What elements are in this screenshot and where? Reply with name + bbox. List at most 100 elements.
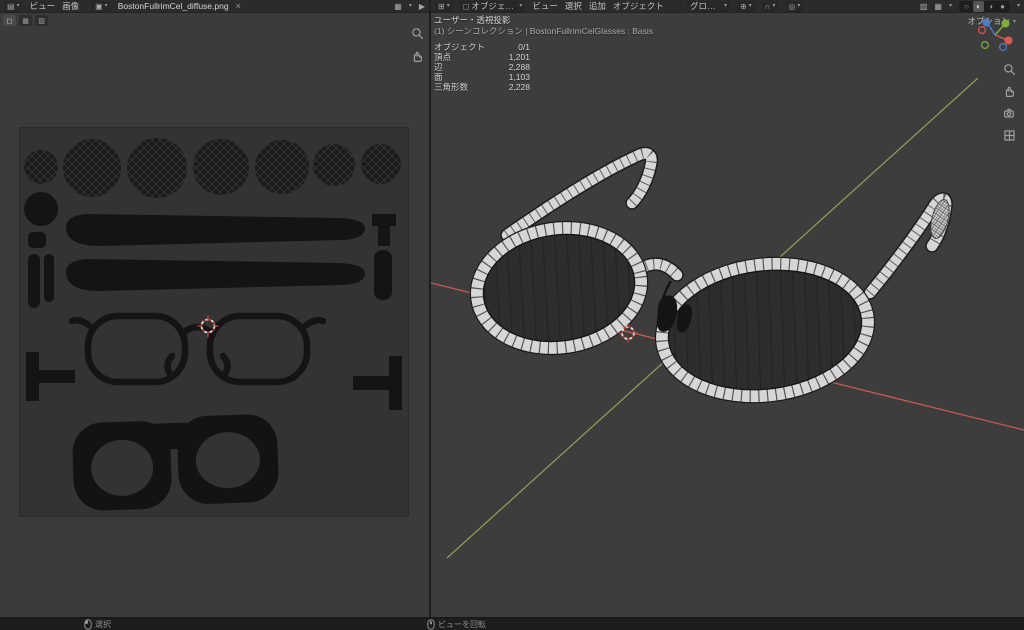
shading-material-button[interactable]: ◑ (985, 1, 996, 12)
xray-toggle-icon[interactable]: ▨ (920, 0, 928, 13)
stat-value: 1,103 (490, 72, 530, 82)
image-editor-icon: ▤ (7, 0, 15, 13)
editor-type-selector[interactable]: ▤ ▾ (4, 1, 23, 12)
left-rim (462, 210, 657, 365)
status-hint-label: ビューを回転 (438, 619, 486, 630)
menu-view[interactable]: ビュー (30, 0, 56, 13)
status-rotate-hint: ビューを回転 (427, 618, 486, 630)
shading-solid-button[interactable]: ◐ (973, 1, 984, 12)
chevron-down-icon: ▾ (949, 0, 952, 13)
unlink-image-button[interactable]: × (236, 0, 241, 13)
toggle-ortho-icon[interactable] (1002, 128, 1016, 142)
chevron-down-icon: ▾ (772, 0, 775, 13)
stat-label: 頂点 (434, 52, 490, 62)
viewport-side-controls (1002, 62, 1016, 142)
image-name-field[interactable]: BostonFullrimCel_diffuse.png (118, 0, 229, 13)
menu-object[interactable]: オブジェクト (613, 0, 664, 13)
chevron-down-icon: ▾ (797, 0, 800, 13)
select-arrow-icon[interactable]: ▶ (419, 0, 425, 13)
shading-wireframe-button[interactable]: ○ (961, 1, 972, 12)
stat-value: 2,228 (490, 82, 530, 92)
pan-hand-icon[interactable] (410, 49, 424, 63)
display-channels-icon[interactable]: ▦ (394, 0, 402, 13)
status-bar: 選択 ビューを回転 (0, 617, 1024, 630)
stat-edges: 辺 2,288 (434, 62, 653, 72)
status-hint-label: 選択 (95, 619, 111, 630)
stat-vertices: 頂点 1,201 (434, 52, 653, 62)
image-datablock-icon: ▣ (95, 0, 103, 13)
active-collection-label: (1) シーンコレクション | BostonFullrimCelGlasses … (434, 26, 653, 37)
stat-objects: オブジェクト 0/1 (434, 42, 653, 52)
shading-mode-group: ○ ◐ ◑ ● (959, 1, 1010, 12)
view-perspective-label: ユーザー・透視投影 (434, 15, 653, 26)
stat-label: オブジェクト (434, 42, 490, 52)
axis-z-ball (983, 19, 991, 27)
image-browse-dropdown[interactable]: ▣ ▾ (92, 1, 111, 12)
zoom-tool-icon[interactable] (1002, 62, 1016, 76)
axis-y-ball (1002, 20, 1010, 28)
uv-image-editor: ▤ ▾ ビュー 画像 ▣ ▾ BostonFullrimCel_diffuse.… (0, 0, 429, 617)
uv-view-toggle-icon[interactable]: ◻ (3, 15, 16, 26)
menu-select[interactable]: 選択 (565, 0, 582, 13)
stat-label: 三角形数 (434, 82, 490, 92)
stat-triangles: 三角形数 2,228 (434, 82, 653, 92)
snap-dropdown[interactable]: ∩ ▾ (762, 1, 779, 12)
mouse-middle-icon (427, 619, 435, 630)
stat-value: 0/1 (490, 42, 530, 52)
menu-add[interactable]: 追加 (589, 0, 606, 13)
navigation-gizmo[interactable] (974, 14, 1016, 56)
chevron-down-icon: ▾ (749, 0, 752, 13)
uv-editor-subtools: ◻ ▦ ▨ (3, 15, 48, 26)
magnet-icon: ∩ (765, 0, 771, 13)
chevron-down-icon: ▾ (1017, 0, 1020, 13)
axis-x-neg-ball (979, 27, 986, 34)
orientation-dropdown[interactable]: グローバル ▾ (687, 1, 730, 12)
right-temple (870, 198, 953, 293)
mode-label: オブジェクトモード (471, 0, 517, 13)
uv-frame-outer-island (71, 413, 279, 511)
viewport-editor-icon: ⊞ (438, 0, 445, 13)
orientation-label: グローバル (690, 0, 722, 13)
uv-temple-islands (66, 214, 365, 291)
object-mode-icon: ◻ (463, 0, 470, 13)
viewport-3d-editor: ⊞ ▾ ◻ オブジェクトモード ▾ ビュー 選択 追加 オブジェクト グローバル… (431, 0, 1024, 617)
pan-hand-icon[interactable] (1002, 84, 1016, 98)
uv-texture-image[interactable] (20, 128, 408, 516)
zoom-tool-icon[interactable] (410, 26, 424, 40)
uv-mask-toggle-icon[interactable]: ▨ (35, 15, 48, 26)
proportional-dropdown[interactable]: ◎ ▾ (785, 1, 803, 12)
chevron-down-icon: ▾ (17, 0, 20, 13)
stat-value: 1,201 (490, 52, 530, 62)
pivot-dropdown[interactable]: ⊕ ▾ (737, 1, 755, 12)
axis-z-neg-ball (1000, 44, 1007, 51)
chevron-down-icon: ▾ (105, 0, 108, 13)
chevron-down-icon: ▾ (447, 0, 450, 13)
pivot-icon: ⊕ (740, 0, 747, 13)
viewport-header: ⊞ ▾ ◻ オブジェクトモード ▾ ビュー 選択 追加 オブジェクト グローバル… (431, 0, 1024, 13)
editor-type-selector[interactable]: ⊞ ▾ (435, 1, 453, 12)
stat-value: 2,288 (490, 62, 530, 72)
chevron-down-icon: ▾ (724, 0, 727, 13)
overlays-toggle-icon[interactable]: ▦ (934, 0, 942, 13)
menu-image[interactable]: 画像 (62, 0, 79, 13)
viewport-canvas[interactable] (431, 13, 1024, 617)
camera-view-icon[interactable] (1002, 106, 1016, 120)
blender-window: ▤ ▾ ビュー 画像 ▣ ▾ BostonFullrimCel_diffuse.… (0, 0, 1024, 630)
proportional-edit-icon: ◎ (788, 0, 795, 13)
menu-view[interactable]: ビュー (532, 0, 558, 13)
uv-canvas[interactable] (20, 128, 408, 516)
chevron-down-icon: ▾ (519, 0, 522, 13)
axis-x-ball (1005, 37, 1013, 45)
shading-render-button[interactable]: ● (997, 1, 1008, 12)
status-select-hint: 選択 (84, 618, 111, 630)
uv-side-controls (410, 26, 424, 63)
stat-label: 面 (434, 72, 490, 82)
glasses-mesh[interactable] (462, 153, 953, 414)
uv-editor-header: ▤ ▾ ビュー 画像 ▣ ▾ BostonFullrimCel_diffuse.… (0, 0, 429, 13)
stat-label: 辺 (434, 62, 490, 72)
mode-dropdown[interactable]: ◻ オブジェクトモード ▾ (460, 1, 526, 12)
stat-faces: 面 1,103 (434, 72, 653, 82)
viewport-stats-overlay: ユーザー・透視投影 (1) シーンコレクション | BostonFullrimC… (434, 15, 653, 92)
axis-y-neg-ball (982, 42, 989, 49)
uv-paint-toggle-icon[interactable]: ▦ (19, 15, 32, 26)
